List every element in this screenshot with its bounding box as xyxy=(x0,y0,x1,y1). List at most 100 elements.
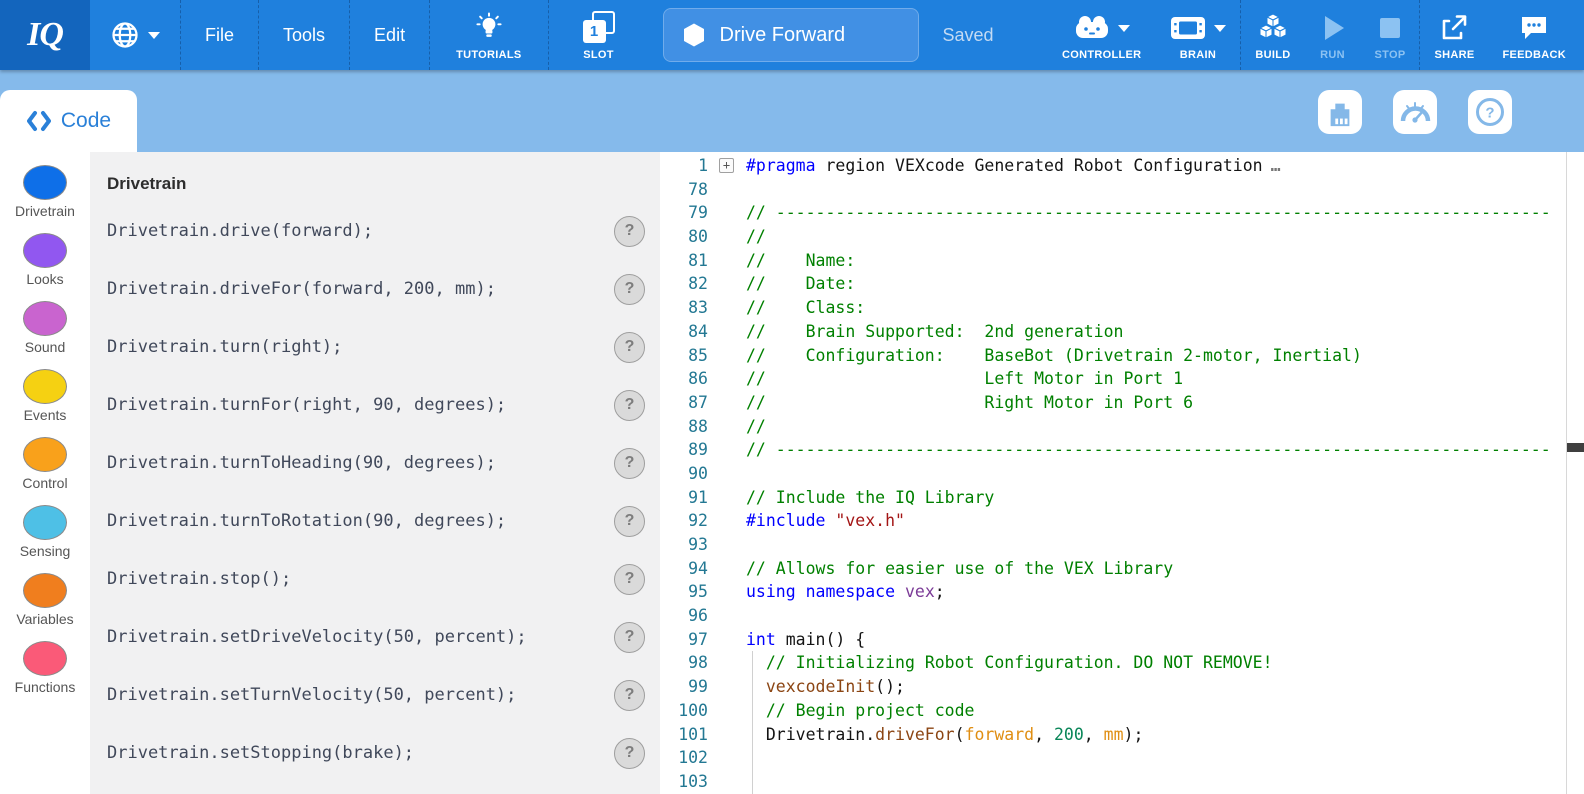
command-help-button[interactable]: ? xyxy=(614,506,645,537)
command-help-button[interactable]: ? xyxy=(614,448,645,479)
code-line[interactable]: 87// Right Motor in Port 6 xyxy=(660,391,1584,415)
brain-button[interactable]: BRAIN xyxy=(1155,0,1240,70)
run-play-icon xyxy=(1319,13,1347,43)
variables-category-icon xyxy=(23,573,67,608)
code-token: // Name: xyxy=(746,251,855,270)
code-token xyxy=(796,582,806,601)
feedback-button[interactable]: FEEDBACK xyxy=(1488,0,1584,70)
command-help-button[interactable]: ? xyxy=(614,680,645,711)
tab-code[interactable]: Code xyxy=(0,90,137,152)
line-number: 101 xyxy=(660,723,708,747)
code-token: // xyxy=(746,417,766,436)
command-help-button[interactable]: ? xyxy=(614,390,645,421)
command-text[interactable]: Drivetrain.turnFor(right, 90, degrees); xyxy=(107,395,506,415)
code-editor[interactable]: 1+#pragma region VEXcode Generated Robot… xyxy=(660,152,1584,794)
code-line[interactable]: 84// Brain Supported: 2nd generation xyxy=(660,320,1584,344)
sidebar-item-label: Sound xyxy=(25,339,65,355)
code-text: // Right Motor in Port 6 xyxy=(746,391,1193,415)
command-help-button[interactable]: ? xyxy=(614,332,645,363)
line-number: 83 xyxy=(660,296,708,320)
code-line[interactable]: 94// Allows for easier use of the VEX Li… xyxy=(660,557,1584,581)
sidebar-item-control[interactable]: Control xyxy=(22,437,67,491)
menu-tools[interactable]: Tools xyxy=(259,0,349,70)
command-text[interactable]: Drivetrain.turnToHeading(90, degrees); xyxy=(107,453,496,473)
sidebar-item-sound[interactable]: Sound xyxy=(23,301,67,355)
share-icon xyxy=(1439,13,1469,43)
code-line[interactable]: 100 // Begin project code xyxy=(660,699,1584,723)
code-text: using namespace vex; xyxy=(746,580,945,604)
code-line[interactable]: 92#include "vex.h" xyxy=(660,509,1584,533)
sidebar-item-drivetrain[interactable]: Drivetrain xyxy=(15,165,75,219)
code-token: "vex.h" xyxy=(835,511,905,530)
sidebar-item-functions[interactable]: Functions xyxy=(15,641,76,695)
line-number: 80 xyxy=(660,225,708,249)
command-help-button[interactable]: ? xyxy=(614,738,645,769)
sidebar-item-looks[interactable]: Looks xyxy=(23,233,67,287)
editor-gutter xyxy=(708,320,746,344)
language-button[interactable] xyxy=(90,0,180,70)
code-line[interactable]: 91// Include the IQ Library xyxy=(660,486,1584,510)
command-text[interactable]: Drivetrain.stop(); xyxy=(107,569,291,589)
stop-button[interactable]: STOP xyxy=(1361,0,1420,70)
code-line[interactable]: 90 xyxy=(660,462,1584,486)
menu-edit[interactable]: Edit xyxy=(350,0,429,70)
folded-region-ellipsis[interactable]: … xyxy=(1271,156,1282,175)
editor-gutter xyxy=(708,201,746,225)
code-line[interactable]: 79// -----------------------------------… xyxy=(660,201,1584,225)
command-text[interactable]: Drivetrain.drive(forward); xyxy=(107,221,373,241)
code-line[interactable]: 98 // Initializing Robot Configuration. … xyxy=(660,651,1584,675)
sidebar-item-variables[interactable]: Variables xyxy=(16,573,73,627)
code-line[interactable]: 88// xyxy=(660,415,1584,439)
code-line[interactable]: 81// Name: xyxy=(660,249,1584,273)
code-line[interactable]: 1+#pragma region VEXcode Generated Robot… xyxy=(660,154,1584,178)
run-button[interactable]: RUN xyxy=(1305,0,1361,70)
tutorials-button[interactable]: TUTORIALS xyxy=(430,0,547,70)
code-line[interactable]: 78 xyxy=(660,178,1584,202)
command-help-button[interactable]: ? xyxy=(614,274,645,305)
code-line[interactable]: 95using namespace vex; xyxy=(660,580,1584,604)
command-text[interactable]: Drivetrain.driveFor(forward, 200, mm); xyxy=(107,279,496,299)
sidebar-item-events[interactable]: Events xyxy=(23,369,67,423)
code-line[interactable]: 96 xyxy=(660,604,1584,628)
code-line[interactable]: 103 xyxy=(660,770,1584,794)
code-line[interactable]: 83// Class: xyxy=(660,296,1584,320)
code-line[interactable]: 85// Configuration: BaseBot (Drivetrain … xyxy=(660,344,1584,368)
monitor-gauge-button[interactable] xyxy=(1393,90,1437,134)
code-line[interactable]: 80// xyxy=(660,225,1584,249)
menu-file[interactable]: File xyxy=(181,0,258,70)
editor-overview-ruler[interactable] xyxy=(1566,152,1584,794)
command-text[interactable]: Drivetrain.turnToRotation(90, degrees); xyxy=(107,511,506,531)
code-line[interactable]: 89// -----------------------------------… xyxy=(660,438,1584,462)
share-button[interactable]: SHARE xyxy=(1420,0,1488,70)
code-line[interactable]: 102 xyxy=(660,746,1584,770)
scroll-position-marker xyxy=(1567,443,1584,452)
code-text: // Name: xyxy=(746,249,855,273)
controller-button[interactable]: CONTROLLER xyxy=(1048,0,1155,70)
code-line[interactable]: 93 xyxy=(660,533,1584,557)
command-text[interactable]: Drivetrain.turn(right); xyxy=(107,337,342,357)
fold-expand-icon[interactable]: + xyxy=(719,158,734,173)
code-line[interactable]: 82// Date: xyxy=(660,272,1584,296)
command-text[interactable]: Drivetrain.setStopping(brake); xyxy=(107,743,414,763)
command-help-button[interactable]: ? xyxy=(614,564,645,595)
devices-button[interactable] xyxy=(1318,90,1362,134)
drivetrain-category-icon xyxy=(23,165,67,200)
help-button-global[interactable]: ? xyxy=(1468,90,1512,134)
code-line[interactable]: 101 Drivetrain.driveFor(forward, 200, mm… xyxy=(660,723,1584,747)
code-line[interactable]: 97int main() { xyxy=(660,628,1584,652)
code-token: using xyxy=(746,582,796,601)
sidebar-item-sensing[interactable]: Sensing xyxy=(20,505,71,559)
command-panel: Drivetrain Drivetrain.drive(forward);?Dr… xyxy=(90,152,660,794)
code-line[interactable]: 99 vexcodeInit(); xyxy=(660,675,1584,699)
code-line[interactable]: 86// Left Motor in Port 1 xyxy=(660,367,1584,391)
command-help-button[interactable]: ? xyxy=(614,216,645,247)
command-text[interactable]: Drivetrain.setDriveVelocity(50, percent)… xyxy=(107,627,527,647)
command-text[interactable]: Drivetrain.setTurnVelocity(50, percent); xyxy=(107,685,516,705)
code-token: region VEXcode Generated Robot Configura… xyxy=(816,156,1263,175)
command-help-button[interactable]: ? xyxy=(614,622,645,653)
build-button[interactable]: BUILD xyxy=(1241,0,1304,70)
slot-button[interactable]: 1 SLOT xyxy=(549,0,649,70)
hexagon-project-icon xyxy=(682,22,706,48)
build-cubes-icon xyxy=(1257,12,1289,44)
project-name-button[interactable]: Drive Forward xyxy=(663,8,919,62)
